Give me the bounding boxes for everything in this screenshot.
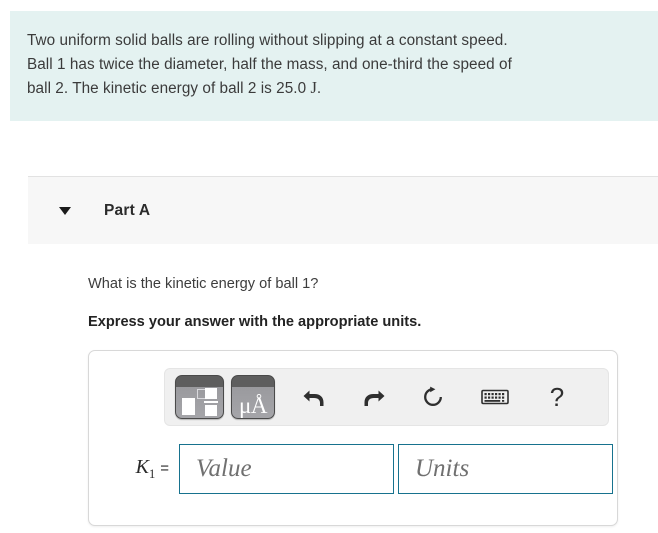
equals-sign: = bbox=[160, 460, 169, 477]
value-input[interactable] bbox=[179, 444, 394, 494]
problem-line-3: ball 2. The kinetic energy of ball 2 is … bbox=[27, 80, 311, 97]
undo-arrow-icon bbox=[302, 385, 328, 409]
answer-variable-label: K1 = bbox=[107, 456, 179, 482]
question-area: What is the kinetic energy of ball 1? Ex… bbox=[88, 274, 628, 332]
problem-statement-panel: Two uniform solid balls are rolling with… bbox=[10, 11, 658, 121]
help-button[interactable]: ? bbox=[534, 375, 580, 419]
redo-arrow-icon bbox=[360, 385, 386, 409]
units-button[interactable]: μÅ bbox=[231, 375, 275, 419]
keyboard-icon bbox=[481, 387, 509, 407]
template-denominator-box-icon bbox=[205, 405, 217, 416]
reset-circular-arrow-icon bbox=[421, 385, 445, 409]
part-a-section: Part A bbox=[28, 176, 658, 244]
answer-toolbar: μÅ ? bbox=[164, 368, 609, 426]
template-base-box-icon bbox=[182, 398, 195, 415]
variable-subscript: 1 bbox=[148, 467, 156, 481]
keyboard-button[interactable] bbox=[472, 375, 518, 419]
part-a-header[interactable]: Part A bbox=[28, 177, 658, 244]
collapse-triangle-down-icon[interactable] bbox=[54, 200, 76, 222]
question-prompt: What is the kinetic energy of ball 1? bbox=[88, 276, 319, 292]
variable-symbol: K bbox=[135, 456, 149, 478]
template-numerator-box-icon bbox=[205, 388, 217, 399]
answer-box: μÅ ? K1 = Value Units bbox=[88, 350, 618, 526]
reset-button[interactable] bbox=[410, 375, 456, 419]
triangle-down-shape bbox=[59, 206, 71, 215]
part-a-title: Part A bbox=[104, 201, 151, 219]
problem-statement-text: Two uniform solid balls are rolling with… bbox=[27, 29, 638, 101]
answer-input-row: K1 = bbox=[107, 444, 613, 494]
template-fraction-bar-icon bbox=[204, 401, 218, 403]
question-instruction: Express your answer with the appropriate… bbox=[88, 314, 422, 330]
problem-line-1: Two uniform solid balls are rolling with… bbox=[27, 32, 508, 49]
redo-button[interactable] bbox=[350, 375, 396, 419]
undo-button[interactable] bbox=[292, 375, 338, 419]
math-template-button[interactable] bbox=[175, 375, 224, 419]
problem-line-3-period: . bbox=[316, 80, 322, 97]
question-mark-icon: ? bbox=[549, 382, 565, 412]
units-input[interactable] bbox=[398, 444, 613, 494]
micro-angstrom-icon: μÅ bbox=[239, 393, 267, 418]
problem-line-2: Ball 1 has twice the diameter, half the … bbox=[27, 55, 512, 73]
